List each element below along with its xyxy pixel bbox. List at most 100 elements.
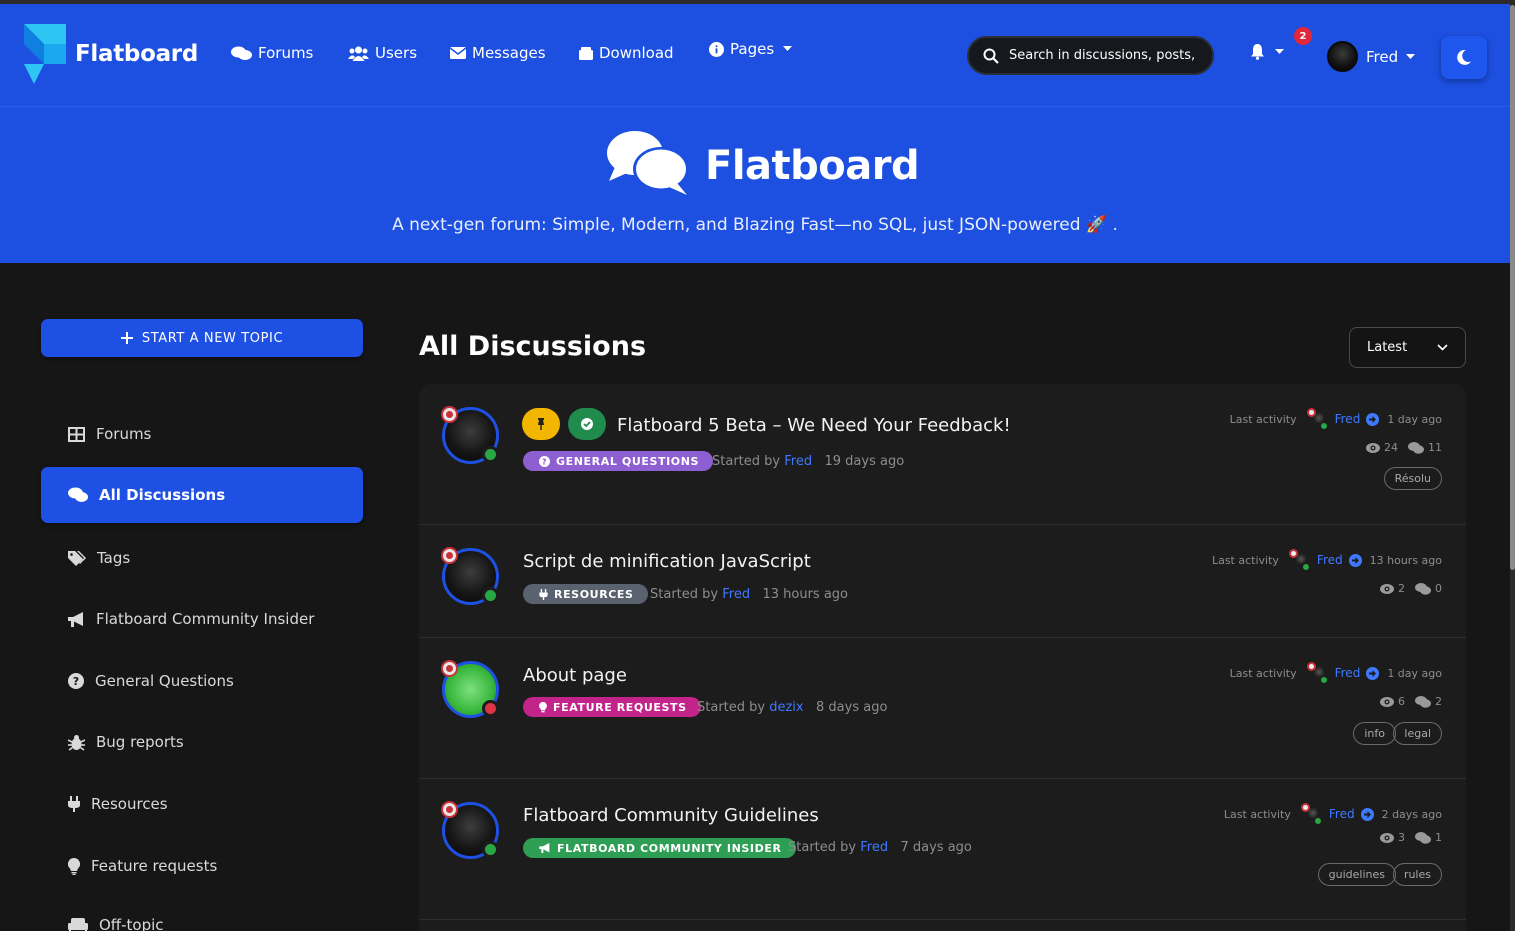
avatar[interactable] <box>1306 662 1329 684</box>
tag-chip[interactable]: legal <box>1393 722 1442 745</box>
discussion-list: Flatboard 5 Beta – We Need Your Feedback… <box>419 384 1466 931</box>
comments-icon <box>231 46 252 60</box>
avatar[interactable] <box>441 406 499 464</box>
hero-subtitle: A next-gen forum: Simple, Modern, and Bl… <box>392 215 1118 235</box>
nav-forums[interactable]: Forums <box>231 44 313 62</box>
comments-icon <box>1415 831 1431 844</box>
user-menu-dropdown[interactable]: Fred <box>1327 41 1416 72</box>
discussion-stats: 2 0 <box>1380 582 1442 595</box>
arrow-circle-right-icon[interactable] <box>1366 412 1380 426</box>
arrow-circle-right-icon[interactable] <box>1348 553 1362 567</box>
sidebar-item-off-topic[interactable]: Off-topic <box>41 897 363 931</box>
discussion-title[interactable]: Script de minification JavaScript <box>523 551 811 572</box>
avatar[interactable] <box>1300 803 1323 825</box>
avatar[interactable] <box>441 547 499 605</box>
category-label: GENERAL QUESTIONS <box>556 454 700 468</box>
started-by: Started by Fred 19 days ago <box>712 454 904 469</box>
notification-count-badge: 2 <box>1294 27 1312 45</box>
replies-count: 1 <box>1435 831 1442 844</box>
tag-chip[interactable]: info <box>1353 722 1396 745</box>
avatar[interactable] <box>441 660 499 718</box>
sidebar-item-bug-reports[interactable]: Bug reports <box>41 714 363 770</box>
author-link[interactable]: dezix <box>769 700 803 715</box>
started-time: 7 days ago <box>900 840 972 855</box>
avatar[interactable] <box>441 801 499 859</box>
discussion-row[interactable]: Script de minification JavaScript RESOUR… <box>419 525 1466 638</box>
grid-icon <box>68 426 85 442</box>
avatar[interactable] <box>1288 549 1311 571</box>
hero-title: Flatboard <box>705 143 920 189</box>
sidebar-item-community-insider[interactable]: Flatboard Community Insider <box>41 591 363 647</box>
sort-select[interactable]: Latest <box>1349 327 1466 368</box>
tag-chip[interactable]: guidelines <box>1317 863 1396 886</box>
started-by-label: Started by <box>650 587 719 602</box>
started-by-label: Started by <box>697 700 766 715</box>
brand[interactable]: Flatboard <box>24 24 198 84</box>
moon-icon <box>1457 50 1471 65</box>
plug-icon <box>539 588 548 600</box>
last-activity: Last activity Fred 1 day ago <box>1230 408 1442 430</box>
question-circle-icon: ? <box>539 455 550 467</box>
discussion-title[interactable]: Flatboard Community Guidelines <box>523 805 819 826</box>
sidebar-item-feature-requests[interactable]: Feature requests <box>41 838 363 894</box>
download-icon <box>579 46 593 60</box>
sidebar-item-general-questions[interactable]: ? General Questions <box>41 653 363 709</box>
caret-down-icon <box>783 46 793 51</box>
nav-pages-dropdown[interactable]: Pages <box>709 40 793 58</box>
hero-banner: Flatboard A next-gen forum: Simple, Mode… <box>0 106 1510 263</box>
last-user-link[interactable]: Fred <box>1317 553 1343 567</box>
nav-pages-label: Pages <box>730 40 775 58</box>
sidebar-item-resources[interactable]: Resources <box>41 776 363 832</box>
moderator-badge-icon <box>441 660 458 677</box>
replies-count: 11 <box>1428 441 1442 454</box>
search-box[interactable] <box>967 36 1214 75</box>
tag-chip[interactable]: Résolu <box>1383 467 1442 490</box>
moderator-badge-icon <box>441 801 458 818</box>
scrollbar-thumb[interactable] <box>1510 5 1515 570</box>
navbar: Flatboard Forums Users Messages Download… <box>0 4 1510 106</box>
offline-status-icon <box>482 700 499 717</box>
last-user-link[interactable]: Fred <box>1335 412 1361 426</box>
author-link[interactable]: Fred <box>784 454 812 469</box>
sidebar-item-label: Feature requests <box>91 857 218 875</box>
nav-download[interactable]: Download <box>579 44 674 62</box>
moderator-badge-icon <box>441 547 458 564</box>
last-user-link[interactable]: Fred <box>1335 666 1361 680</box>
category-badge[interactable]: FEATURE REQUESTS <box>523 697 701 717</box>
sidebar-item-tags[interactable]: Tags <box>41 530 363 586</box>
nav-messages[interactable]: Messages <box>450 44 546 62</box>
category-badge[interactable]: RESOURCES <box>523 584 648 604</box>
search-icon <box>983 48 999 64</box>
start-new-topic-button[interactable]: START A NEW TOPIC <box>41 319 363 357</box>
discussion-stats: 3 1 <box>1380 831 1442 844</box>
arrow-circle-right-icon[interactable] <box>1360 807 1374 821</box>
discussion-row[interactable]: Flatboard 5 Beta – We Need Your Feedback… <box>419 384 1466 525</box>
comments-icon <box>68 487 88 502</box>
author-link[interactable]: Fred <box>860 840 888 855</box>
avatar <box>1327 41 1358 72</box>
discussion-stats: 6 2 <box>1380 695 1442 708</box>
online-status-icon <box>482 587 499 604</box>
sidebar-item-all-discussions[interactable]: All Discussions <box>41 467 363 523</box>
last-user-link[interactable]: Fred <box>1329 807 1355 821</box>
tag-chip[interactable]: rules <box>1392 863 1442 886</box>
discussion-row[interactable]: Flatboard Community Guidelines FLATBOARD… <box>419 779 1466 920</box>
eye-icon <box>1366 442 1380 453</box>
couch-icon <box>68 918 88 931</box>
discussion-title[interactable]: About page <box>523 665 627 686</box>
search-input[interactable] <box>1009 48 1199 63</box>
sidebar-item-forums[interactable]: Forums <box>41 406 363 462</box>
dark-mode-toggle-button[interactable] <box>1441 36 1487 79</box>
online-status-icon <box>482 841 499 858</box>
comments-icon <box>1415 582 1431 595</box>
last-activity: Last activity Fred 13 hours ago <box>1212 549 1442 571</box>
avatar[interactable] <box>1306 408 1329 430</box>
category-badge[interactable]: FLATBOARD COMMUNITY INSIDER <box>523 838 796 858</box>
nav-users[interactable]: Users <box>348 44 417 62</box>
author-link[interactable]: Fred <box>722 587 750 602</box>
arrow-circle-right-icon[interactable] <box>1366 666 1380 680</box>
notifications-dropdown[interactable] <box>1250 44 1284 60</box>
discussion-row[interactable]: About page FEATURE REQUESTS Started by d… <box>419 638 1466 779</box>
discussion-title[interactable]: Flatboard 5 Beta – We Need Your Feedback… <box>617 415 1011 436</box>
category-badge[interactable]: ? GENERAL QUESTIONS <box>523 451 714 471</box>
